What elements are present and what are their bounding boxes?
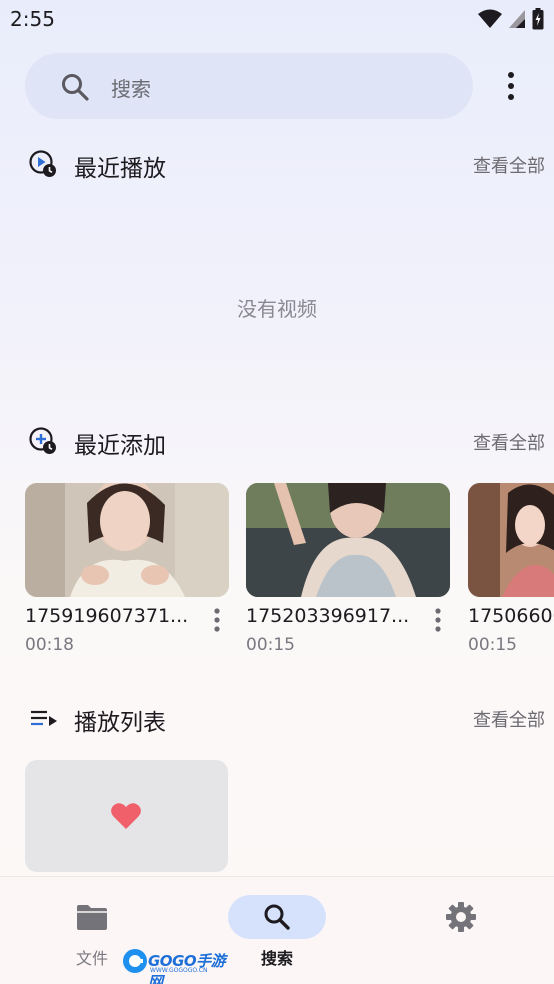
bottom-nav: 文件 搜索 bbox=[0, 876, 554, 984]
search-bar[interactable]: 搜索 bbox=[25, 53, 473, 119]
more-options-icon[interactable] bbox=[498, 70, 524, 102]
nav-icon-wrap bbox=[412, 895, 510, 939]
empty-state-text: 没有视频 bbox=[237, 297, 317, 321]
gear-icon bbox=[446, 902, 476, 932]
battery-icon bbox=[532, 8, 544, 30]
search-placeholder: 搜索 bbox=[111, 77, 151, 101]
recent-add-icon bbox=[29, 427, 56, 454]
status-time: 2:55 bbox=[10, 7, 55, 31]
section-title-recent-played: 最近播放 bbox=[74, 156, 166, 182]
search-icon bbox=[264, 904, 290, 930]
video-card[interactable]: 17506600 00:15 bbox=[468, 483, 554, 663]
recent-played-header: 最近播放 查看全部 bbox=[25, 144, 545, 184]
section-title-recent-added: 最近添加 bbox=[74, 433, 166, 459]
video-duration: 00:18 bbox=[25, 635, 74, 655]
see-all-recent-added[interactable]: 查看全部 bbox=[473, 429, 545, 455]
status-icons bbox=[478, 8, 544, 30]
video-thumbnail[interactable] bbox=[468, 483, 554, 597]
signal-icon bbox=[509, 10, 525, 28]
wifi-icon bbox=[478, 9, 502, 28]
heart-icon bbox=[111, 803, 141, 829]
video-more-icon[interactable] bbox=[211, 607, 223, 633]
see-all-playlists[interactable]: 查看全部 bbox=[473, 706, 545, 732]
watermark-logo: GOGO手游网 WWW.GOGOGO.CN bbox=[122, 948, 232, 984]
playlist-card-favorites[interactable] bbox=[25, 760, 228, 872]
watermark-icon bbox=[123, 949, 147, 973]
video-thumbnail[interactable] bbox=[246, 483, 450, 597]
recent-play-icon bbox=[29, 150, 56, 177]
video-duration: 00:15 bbox=[246, 635, 295, 655]
video-title: 175203396917... bbox=[246, 605, 410, 627]
see-all-recent-played[interactable]: 查看全部 bbox=[473, 152, 545, 178]
video-title: 17506600 bbox=[468, 605, 554, 627]
video-card[interactable]: 175919607371... 00:18 bbox=[25, 483, 229, 655]
video-thumbnail[interactable] bbox=[25, 483, 229, 597]
search-icon bbox=[62, 74, 89, 101]
section-title-playlists: 播放列表 bbox=[74, 710, 166, 736]
nav-icon-wrap-active bbox=[228, 895, 326, 939]
video-more-icon[interactable] bbox=[432, 607, 444, 633]
status-bar: 2:55 bbox=[0, 0, 554, 38]
video-card[interactable]: 175203396917... 00:15 bbox=[246, 483, 450, 655]
recent-added-header: 最近添加 查看全部 bbox=[25, 421, 545, 461]
nav-icon-wrap bbox=[43, 895, 141, 939]
folder-icon bbox=[77, 905, 107, 930]
playlist-icon bbox=[31, 710, 57, 726]
playlists-header: 播放列表 查看全部 bbox=[25, 698, 545, 738]
video-duration: 00:15 bbox=[468, 635, 517, 655]
nav-item-settings[interactable] bbox=[386, 877, 536, 984]
video-title: 175919607371... bbox=[25, 605, 189, 627]
watermark-sub: WWW.GOGOGO.CN bbox=[150, 967, 208, 974]
